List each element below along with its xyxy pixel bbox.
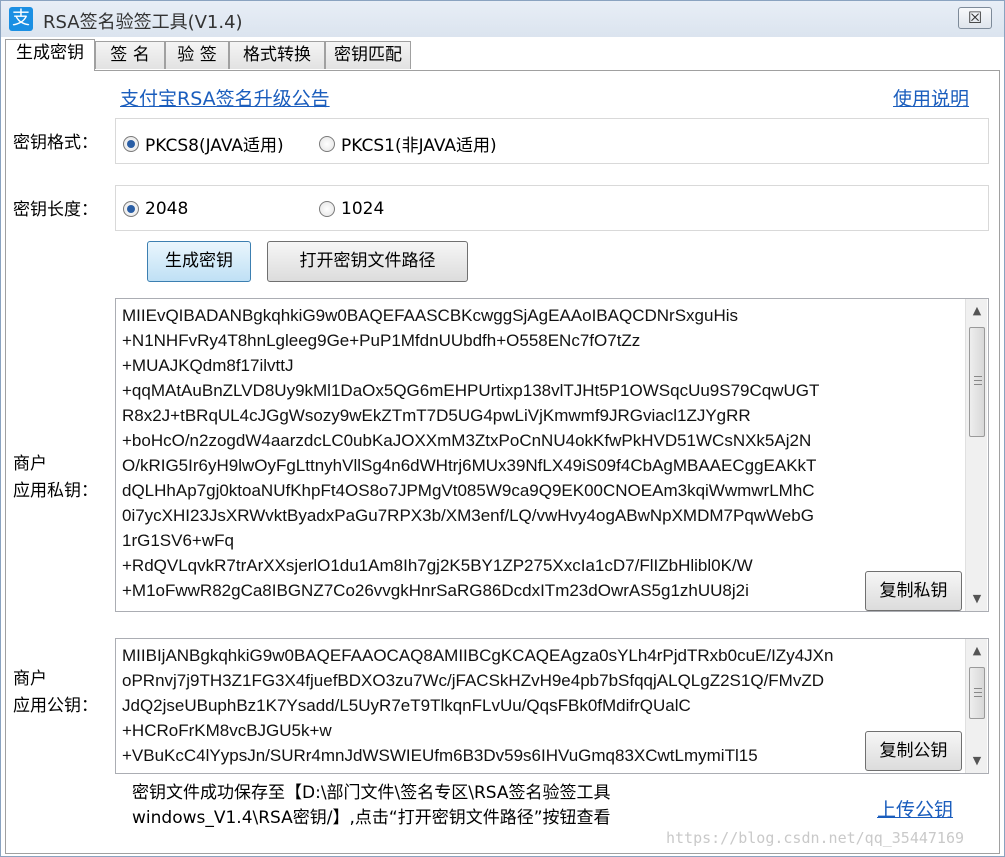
save-status-line1: 密钥文件成功保存至【D:\部门文件\签名专区\RSA签名验签工具 (132, 783, 611, 803)
announcement-link[interactable]: 支付宝RSA签名升级公告 (120, 84, 330, 111)
radio-selected-icon (123, 201, 139, 217)
radio-pkcs8-label: PKCS8(JAVA适用) (145, 136, 284, 156)
private-key-line: 0i7ycXHI23JsXRWvktByadxPaGu7RPX3b/XM3enf… (122, 506, 814, 525)
close-button[interactable]: ☒ (958, 7, 992, 29)
key-format-label: 密钥格式： (13, 133, 98, 153)
private-key-line: +qqMAtAuBnZLVD8Uy9kMl1DaOx5QG6mEHPUrtixp… (122, 381, 820, 400)
radio-pkcs1[interactable]: PKCS1(非JAVA适用) (319, 131, 497, 156)
copy-public-key-button[interactable]: 复制公钥 (865, 731, 962, 771)
grip-line (974, 376, 982, 377)
grip-line (974, 688, 982, 689)
public-key-label-line2: 应用公钥： (13, 696, 98, 716)
tab-format-convert[interactable]: 格式转换 (229, 41, 325, 69)
private-key-line: +MUAJKQdm8f17ilvttJ (122, 356, 294, 375)
scroll-down-arrow-icon[interactable]: ▼ (966, 751, 988, 771)
save-status-message: 密钥文件成功保存至【D:\部门文件\签名专区\RSA签名验签工具 windows… (132, 781, 611, 831)
public-key-line: oPRnvj7j9TH3Z1FG3X4fjuefBDXO3zu7Wc/jFACS… (122, 671, 824, 690)
help-link[interactable]: 使用说明 (893, 84, 969, 111)
radio-pkcs1-label: PKCS1(非JAVA适用) (341, 136, 497, 156)
watermark-text: https://blog.csdn.net/qq_35447169 (666, 829, 965, 847)
save-status-line2: windows_V1.4\RSA密钥/】,点击“打开密钥文件路径”按钮查看 (132, 808, 611, 828)
window-title: RSA签名验签工具(V1.4) (43, 12, 243, 33)
private-key-line: 1rG1SV6+wFq (122, 531, 234, 550)
upload-public-key-link[interactable]: 上传公钥 (877, 795, 953, 822)
public-key-label: 商户 应用公钥： (13, 666, 98, 720)
private-key-line: dQLHhAp7gj0ktoaNUfKhpFt4OS8o7JPMgVt085W9… (122, 481, 815, 500)
private-key-label: 商户 应用私钥： (13, 451, 98, 505)
copy-private-key-button[interactable]: 复制私钥 (865, 571, 962, 611)
grip-line (974, 380, 982, 381)
public-key-line: MIIBIjANBgkqhkiG9w0BAQEFAAOCAQ8AMIIBCgKC… (122, 646, 834, 665)
radio-1024-label: 1024 (341, 199, 385, 219)
radio-unselected-icon (319, 135, 335, 152)
private-key-label-line1: 商户 (13, 454, 47, 474)
app-window: 支 RSA签名验签工具(V1.4) ☒ 生成密钥 签 名 验 签 格式转换 密钥… (0, 0, 1005, 857)
private-key-scrollbar[interactable]: ▲ ▼ (965, 299, 987, 611)
grip-line (974, 696, 982, 697)
private-key-textarea[interactable]: MIIEvQIBADANBgkqhkiG9w0BAQEFAASCBKcwggSj… (115, 298, 989, 612)
grip-line (974, 692, 982, 693)
private-key-label-line2: 应用私钥： (13, 481, 98, 501)
private-key-line: R8x2J+tBRqUL4cJGgWsozy9wEkZTmT7D5UG4pwLi… (122, 406, 751, 425)
generate-key-button[interactable]: 生成密钥 (147, 241, 251, 282)
radio-unselected-icon (319, 201, 335, 217)
open-key-path-button[interactable]: 打开密钥文件路径 (267, 241, 468, 282)
grip-line (974, 384, 982, 385)
radio-1024[interactable]: 1024 (319, 199, 384, 219)
private-key-line: +RdQVLqvkR7trArXXsjerlO1du1Am8Ih7gj2K5BY… (122, 556, 753, 575)
scroll-thumb[interactable] (969, 667, 985, 719)
alipay-logo-icon: 支 (9, 7, 33, 31)
public-key-label-line1: 商户 (13, 669, 47, 689)
public-key-textarea[interactable]: MIIBIjANBgkqhkiG9w0BAQEFAAOCAQ8AMIIBCgKC… (115, 638, 989, 774)
radio-2048-label: 2048 (145, 199, 189, 219)
key-length-label: 密钥长度： (13, 200, 98, 220)
private-key-line: +M1oFwwR82gCa8IBGNZ7Co26vvgkHnrSaRG86Dcd… (122, 581, 749, 600)
tab-key-match[interactable]: 密钥匹配 (325, 41, 411, 69)
public-key-line: JdQ2jseUBuphBz1K7Ysadd/L5UyR7eT9TlkqnFLv… (122, 696, 691, 715)
public-key-line: +HCRoFrKM8vcBJGU5k+w (122, 721, 332, 740)
scroll-up-arrow-icon[interactable]: ▲ (966, 641, 988, 661)
scroll-thumb[interactable] (969, 327, 985, 437)
scroll-down-arrow-icon[interactable]: ▼ (966, 589, 988, 609)
radio-selected-icon (123, 135, 139, 152)
tab-verify[interactable]: 验 签 (165, 41, 229, 69)
radio-pkcs8[interactable]: PKCS8(JAVA适用) (123, 131, 284, 156)
tab-generate-key[interactable]: 生成密钥 (5, 39, 95, 71)
title-bar: 支 RSA签名验签工具(V1.4) ☒ (1, 1, 1004, 37)
private-key-line: MIIEvQIBADANBgkqhkiG9w0BAQEFAASCBKcwggSj… (122, 306, 738, 325)
key-length-group (115, 185, 989, 231)
tab-sign[interactable]: 签 名 (95, 41, 165, 69)
private-key-line: +N1NHFvRy4T8hnLgleeg9Ge+PuP1MfdnUUbdfh+O… (122, 331, 641, 350)
private-key-line: O/kRIG5Ir6yH9lwOyFgLttnyhVllSg4n6dWHtrj6… (122, 456, 817, 475)
scroll-up-arrow-icon[interactable]: ▲ (966, 301, 988, 321)
private-key-line: +boHcO/n2zogdW4aarzdcLC0ubKaJOXXmM3ZtxPo… (122, 431, 812, 450)
public-key-scrollbar[interactable]: ▲ ▼ (965, 639, 987, 773)
public-key-line: +VBuKcC4lYypsJn/SURr4mnJdWSWIEUfm6B3Dv59… (122, 746, 758, 765)
radio-2048[interactable]: 2048 (123, 199, 188, 219)
